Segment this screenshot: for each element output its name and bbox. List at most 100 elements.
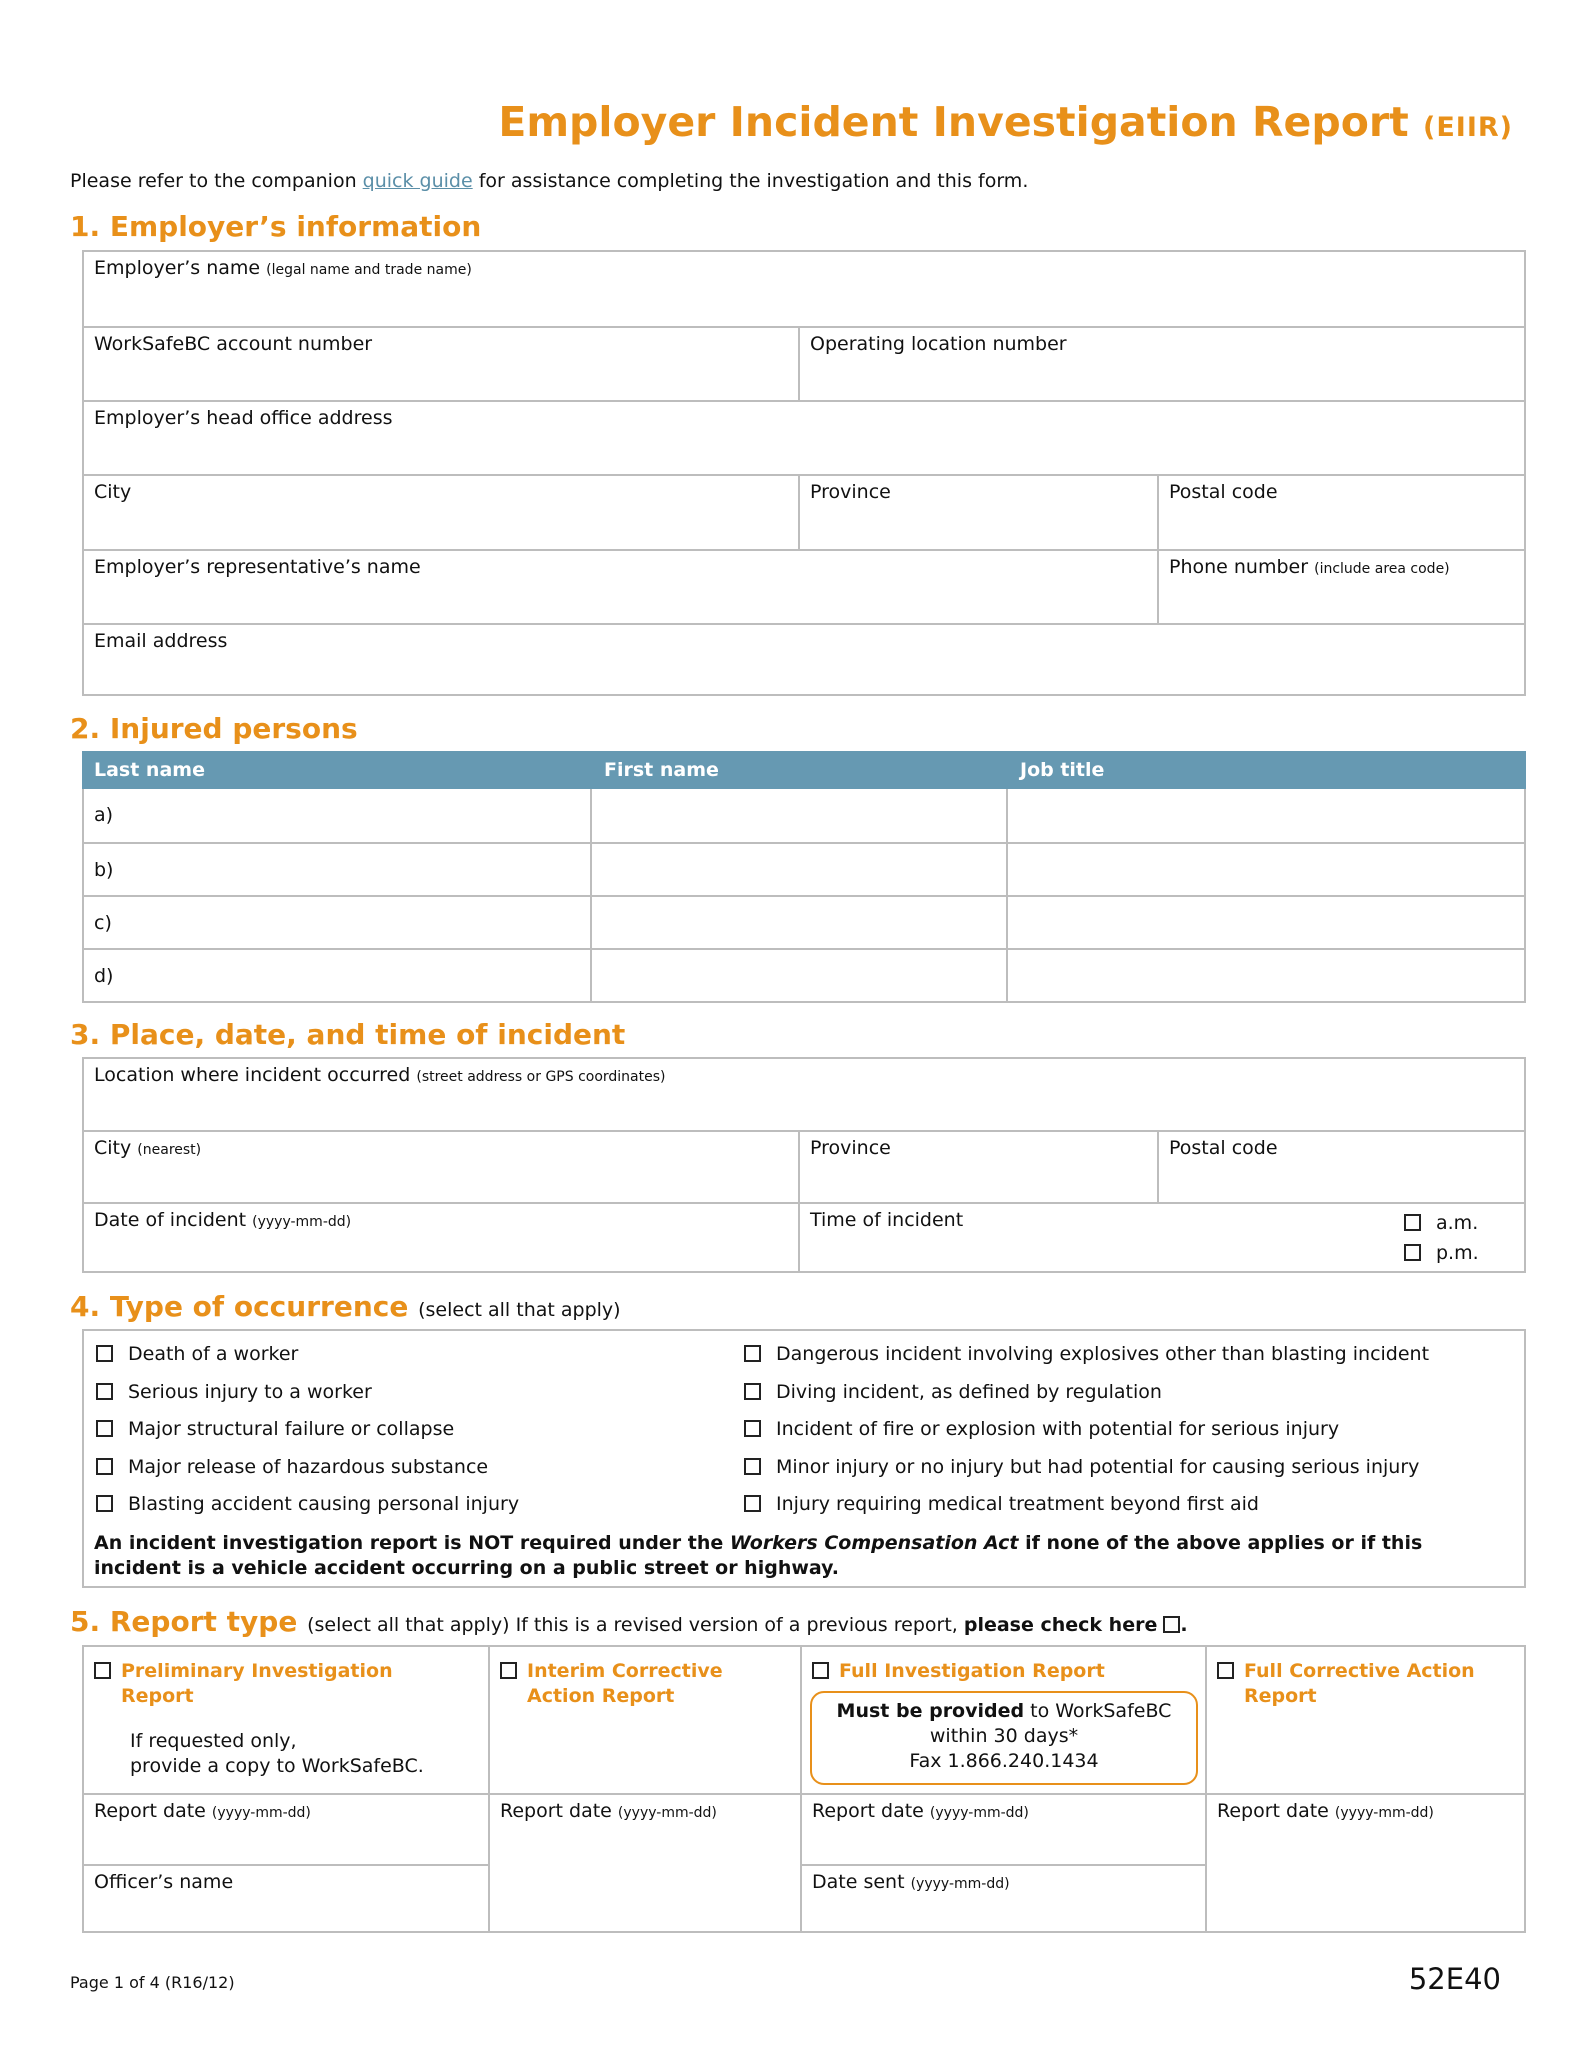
quick-guide-link[interactable]: quick guide bbox=[363, 170, 473, 192]
not-required-note: An incident investigation report is NOT … bbox=[94, 1532, 1423, 1579]
report-type-full-corrective[interactable]: Full Corrective Action Report bbox=[1207, 1647, 1524, 1793]
section-3-title: 3. Place, date, and time of incident bbox=[70, 1018, 626, 1051]
occurrence-checkbox[interactable] bbox=[96, 1420, 113, 1437]
email-label: Email address bbox=[94, 630, 228, 652]
report-type-preliminary[interactable]: Preliminary Investigation Report If reque… bbox=[84, 1647, 490, 1793]
occurrence-label: Serious injury to a worker bbox=[128, 1380, 372, 1403]
head-office-field[interactable]: Employer’s head office address bbox=[84, 400, 1524, 474]
head-office-label: Employer’s head office address bbox=[94, 407, 393, 429]
occurrence-checkbox[interactable] bbox=[96, 1345, 113, 1362]
occurrence-option[interactable]: Minor injury or no injury but had potent… bbox=[744, 1456, 1419, 1478]
occurrence-option[interactable]: Major release of hazardous substance bbox=[96, 1456, 488, 1478]
row-label: a) bbox=[94, 804, 114, 826]
incident-date-field[interactable]: Date of incident (yyyy-mm-dd) bbox=[84, 1202, 800, 1271]
first-name-cell[interactable] bbox=[592, 789, 1008, 842]
pm-checkbox[interactable] bbox=[1404, 1244, 1421, 1261]
date-sent-field[interactable]: Date sent (yyyy-mm-dd) bbox=[802, 1864, 1207, 1931]
section-5-title-text: 5. Report type bbox=[70, 1605, 298, 1638]
title-acronym: (EIIR) bbox=[1422, 112, 1513, 143]
am-label: a.m. bbox=[1436, 1212, 1479, 1234]
employer-info-table: Employer’s name (legal name and trade na… bbox=[82, 250, 1526, 696]
revised-report-checkbox[interactable] bbox=[1163, 1616, 1181, 1633]
corrective-report-date-field[interactable]: Report date (yyyy-mm-dd) bbox=[1207, 1793, 1524, 1931]
last-name-cell[interactable]: c) bbox=[84, 895, 592, 948]
occurrence-checkbox[interactable] bbox=[744, 1420, 761, 1437]
employer-name-label: Employer’s name (legal name and trade na… bbox=[94, 257, 472, 279]
report-type-interim[interactable]: Interim Corrective Action Report bbox=[490, 1647, 802, 1793]
occurrence-option[interactable]: Injury requiring medical treatment beyon… bbox=[744, 1493, 1259, 1515]
full-investigation-checkbox[interactable] bbox=[812, 1662, 829, 1679]
occurrence-option[interactable]: Dangerous incident involving explosives … bbox=[744, 1343, 1429, 1365]
account-number-field[interactable]: WorkSafeBC account number bbox=[84, 326, 800, 400]
occurrence-label: Death of a worker bbox=[128, 1343, 299, 1365]
occurrence-checkbox[interactable] bbox=[96, 1495, 113, 1512]
last-name-cell[interactable]: b) bbox=[84, 842, 592, 895]
injured-persons-table: Last name First name Job title a) b) c) d) bbox=[82, 751, 1526, 1003]
pm-label: p.m. bbox=[1436, 1242, 1479, 1264]
occurrence-checkbox[interactable] bbox=[744, 1382, 761, 1400]
occurrence-checkbox[interactable] bbox=[744, 1457, 761, 1475]
operating-location-field[interactable]: Operating location number bbox=[800, 326, 1524, 400]
rep-name-field[interactable]: Employer’s representative’s name bbox=[84, 549, 1159, 623]
occurrence-option[interactable]: Diving incident, as defined by regulatio… bbox=[744, 1381, 1162, 1403]
am-option[interactable]: a.m. bbox=[1404, 1212, 1478, 1234]
occurrence-option[interactable]: Death of a worker bbox=[96, 1343, 298, 1365]
operating-location-label: Operating location number bbox=[810, 333, 1067, 355]
first-name-cell[interactable] bbox=[592, 948, 1008, 1001]
city-field[interactable]: City bbox=[84, 474, 800, 549]
job-title-cell[interactable] bbox=[1008, 789, 1524, 842]
occurrence-checkbox[interactable] bbox=[744, 1345, 761, 1362]
account-number-label: WorkSafeBC account number bbox=[94, 333, 373, 355]
section-4-title-text: 4. Type of occurrence bbox=[70, 1290, 409, 1323]
occurrence-checkbox[interactable] bbox=[744, 1495, 761, 1512]
table-header: Last name First name Job title bbox=[82, 751, 1526, 789]
col-job-title: Job title bbox=[1020, 759, 1105, 781]
incident-city-field[interactable]: City (nearest) bbox=[84, 1130, 800, 1202]
incident-province-label: Province bbox=[810, 1137, 891, 1159]
city-label: City bbox=[94, 481, 132, 503]
section-1-title: 1. Employer’s information bbox=[70, 210, 482, 243]
interim-checkbox[interactable] bbox=[500, 1662, 517, 1679]
officer-name-field[interactable]: Officer’s name bbox=[84, 1864, 490, 1931]
preliminary-checkbox[interactable] bbox=[94, 1662, 111, 1679]
pm-option[interactable]: p.m. bbox=[1404, 1242, 1479, 1264]
job-title-cell[interactable] bbox=[1008, 842, 1524, 895]
interim-report-date-field[interactable]: Report date (yyyy-mm-dd) bbox=[490, 1793, 802, 1931]
incident-time-field[interactable]: Time of incident a.m. p.m. bbox=[800, 1202, 1524, 1271]
occurrence-option[interactable]: Incident of fire or explosion with poten… bbox=[744, 1418, 1339, 1440]
location-field[interactable]: Location where incident occurred (street… bbox=[84, 1059, 1524, 1130]
occurrence-label: Blasting accident causing personal injur… bbox=[128, 1493, 520, 1515]
report-type-full-investigation[interactable]: Full Investigation Report Must be provid… bbox=[802, 1647, 1207, 1793]
job-title-cell[interactable] bbox=[1008, 948, 1524, 1001]
occurrence-option[interactable]: Serious injury to a worker bbox=[96, 1381, 372, 1403]
phone-field[interactable]: Phone number (include area code) bbox=[1159, 549, 1524, 623]
incident-date-label: Date of incident (yyyy-mm-dd) bbox=[94, 1209, 352, 1231]
province-field[interactable]: Province bbox=[800, 474, 1159, 549]
email-field[interactable]: Email address bbox=[84, 623, 1524, 694]
last-name-cell[interactable]: d) bbox=[84, 948, 592, 1001]
prelim-report-date-field[interactable]: Report date (yyyy-mm-dd) bbox=[84, 1793, 490, 1864]
job-title-cell[interactable] bbox=[1008, 895, 1524, 948]
interim-heading: Interim Corrective Action Report bbox=[500, 1659, 723, 1709]
rep-name-label: Employer’s representative’s name bbox=[94, 556, 421, 578]
location-label: Location where incident occurred (street… bbox=[94, 1064, 666, 1086]
full-corrective-checkbox[interactable] bbox=[1217, 1662, 1234, 1679]
occurrence-label: Major structural failure or collapse bbox=[128, 1418, 455, 1440]
last-name-cell[interactable]: a) bbox=[84, 789, 592, 842]
incident-postal-field[interactable]: Postal code bbox=[1159, 1130, 1524, 1202]
form-code: 52E40 bbox=[1408, 1962, 1501, 1996]
am-checkbox[interactable] bbox=[1404, 1214, 1421, 1231]
occurrence-option[interactable]: Blasting accident causing personal injur… bbox=[96, 1493, 519, 1515]
incident-province-field[interactable]: Province bbox=[800, 1130, 1159, 1202]
preliminary-note: If requested only, provide a copy to Work… bbox=[130, 1730, 424, 1777]
incident-postal-label: Postal code bbox=[1169, 1137, 1278, 1159]
occurrence-checkbox[interactable] bbox=[96, 1457, 113, 1475]
first-name-cell[interactable] bbox=[592, 842, 1008, 895]
first-name-cell[interactable] bbox=[592, 895, 1008, 948]
full-corrective-heading: Full Corrective Action Report bbox=[1217, 1659, 1475, 1709]
full-report-date-field[interactable]: Report date (yyyy-mm-dd) bbox=[802, 1793, 1207, 1864]
postal-code-field[interactable]: Postal code bbox=[1159, 474, 1524, 549]
occurrence-checkbox[interactable] bbox=[96, 1382, 113, 1400]
employer-name-field[interactable]: Employer’s name (legal name and trade na… bbox=[84, 252, 1524, 326]
occurrence-option[interactable]: Major structural failure or collapse bbox=[96, 1418, 454, 1440]
